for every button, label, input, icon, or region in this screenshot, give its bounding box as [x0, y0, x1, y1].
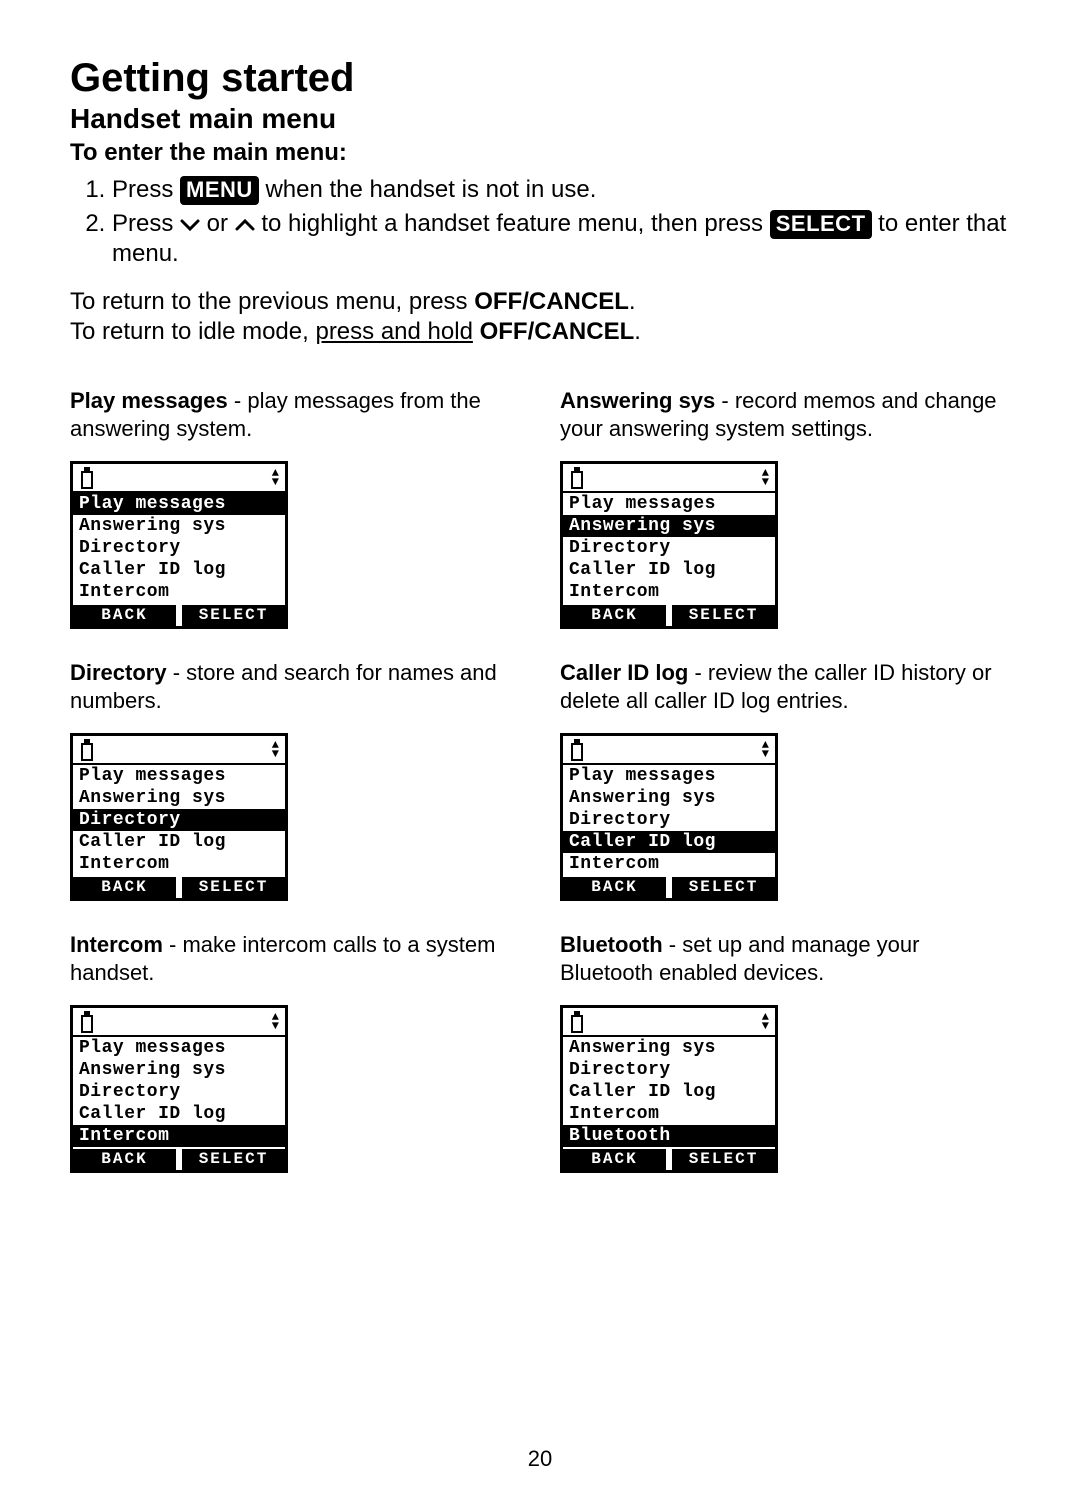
lcd-row: Caller ID log: [563, 831, 775, 853]
examples-grid: Play messages - play messages from the a…: [70, 387, 1010, 1173]
lcd-row: Caller ID log: [563, 559, 775, 581]
softkey-select: SELECT: [672, 877, 775, 898]
lcd-row: Answering sys: [563, 787, 775, 809]
page-number: 20: [0, 1446, 1080, 1472]
lcd-row: Directory: [563, 1059, 775, 1081]
lcd-row: Caller ID log: [73, 559, 285, 581]
instruction-heading: To enter the main menu:: [70, 139, 1010, 167]
lcd-screen: ▲▼ Answering sysDirectoryCaller ID logIn…: [560, 1005, 778, 1173]
lcd-row: Intercom: [563, 581, 775, 603]
lcd-row: Play messages: [73, 765, 285, 787]
lcd-status-bar: ▲▼: [73, 736, 285, 765]
lcd-screen: ▲▼ Play messagesAnswering sysDirectoryCa…: [70, 733, 288, 901]
example-description: Intercom - make intercom calls to a syst…: [70, 931, 520, 987]
softkey-select: SELECT: [182, 877, 285, 898]
example-cell: Answering sys - record memos and change …: [560, 387, 1010, 629]
example-cell: Bluetooth - set up and manage your Bluet…: [560, 931, 1010, 1173]
lcd-status-bar: ▲▼: [73, 1008, 285, 1037]
lcd-softkey-bar: BACK SELECT: [563, 605, 775, 626]
lcd-row: Answering sys: [73, 515, 285, 537]
softkey-back: BACK: [73, 877, 176, 898]
scroll-arrows-icon: ▲▼: [762, 1013, 769, 1031]
lcd-row: Directory: [73, 537, 285, 559]
battery-icon: [569, 467, 585, 489]
softkey-back: BACK: [563, 877, 666, 898]
return-previous-note: To return to the previous menu, press OF…: [70, 287, 1010, 347]
lcd-screen: ▲▼ Play messagesAnswering sysDirectoryCa…: [70, 1005, 288, 1173]
battery-icon: [79, 1011, 95, 1033]
menu-button-chip: MENU: [180, 176, 259, 205]
lcd-row: Intercom: [563, 853, 775, 875]
lcd-row: Intercom: [73, 853, 285, 875]
lcd-row: Intercom: [73, 1125, 285, 1147]
battery-icon: [79, 739, 95, 761]
softkey-back: BACK: [563, 1149, 666, 1170]
battery-icon: [569, 739, 585, 761]
softkey-back: BACK: [73, 605, 176, 626]
lcd-row: Directory: [73, 1081, 285, 1103]
example-cell: Caller ID log - review the caller ID his…: [560, 659, 1010, 901]
lcd-row: Answering sys: [563, 1037, 775, 1059]
lcd-status-bar: ▲▼: [563, 1008, 775, 1037]
softkey-back: BACK: [73, 1149, 176, 1170]
battery-icon: [79, 467, 95, 489]
lcd-screen: ▲▼ Play messagesAnswering sysDirectoryCa…: [70, 461, 288, 629]
lcd-status-bar: ▲▼: [73, 464, 285, 493]
lcd-row: Caller ID log: [563, 1081, 775, 1103]
lcd-row: Answering sys: [563, 515, 775, 537]
lcd-softkey-bar: BACK SELECT: [563, 877, 775, 898]
lcd-row: Bluetooth: [563, 1125, 775, 1147]
lcd-status-bar: ▲▼: [563, 736, 775, 765]
page-title: Getting started: [70, 56, 1010, 101]
step-2: Press or to highlight a handset feature …: [112, 209, 1010, 269]
scroll-arrows-icon: ▲▼: [272, 741, 279, 759]
softkey-select: SELECT: [182, 605, 285, 626]
softkey-select: SELECT: [672, 605, 775, 626]
lcd-row: Play messages: [73, 1037, 285, 1059]
example-cell: Play messages - play messages from the a…: [70, 387, 520, 629]
example-description: Play messages - play messages from the a…: [70, 387, 520, 443]
lcd-row: Intercom: [73, 581, 285, 603]
lcd-row: Answering sys: [73, 1059, 285, 1081]
example-description: Caller ID log - review the caller ID his…: [560, 659, 1010, 715]
lcd-row: Caller ID log: [73, 831, 285, 853]
scroll-arrows-icon: ▲▼: [272, 1013, 279, 1031]
softkey-select: SELECT: [672, 1149, 775, 1170]
lcd-row: Directory: [563, 809, 775, 831]
example-cell: Intercom - make intercom calls to a syst…: [70, 931, 520, 1173]
lcd-row: Play messages: [563, 765, 775, 787]
scroll-arrows-icon: ▲▼: [762, 469, 769, 487]
chevron-up-icon: [235, 218, 255, 232]
section-subtitle: Handset main menu: [70, 103, 1010, 135]
lcd-row: Answering sys: [73, 787, 285, 809]
lcd-softkey-bar: BACK SELECT: [563, 1149, 775, 1170]
softkey-select: SELECT: [182, 1149, 285, 1170]
lcd-row: Caller ID log: [73, 1103, 285, 1125]
scroll-arrows-icon: ▲▼: [272, 469, 279, 487]
lcd-softkey-bar: BACK SELECT: [73, 877, 285, 898]
softkey-back: BACK: [563, 605, 666, 626]
lcd-screen: ▲▼ Play messagesAnswering sysDirectoryCa…: [560, 461, 778, 629]
lcd-row: Play messages: [73, 493, 285, 515]
step-1: Press MENU when the handset is not in us…: [112, 175, 1010, 205]
example-description: Bluetooth - set up and manage your Bluet…: [560, 931, 1010, 987]
select-button-chip: SELECT: [770, 210, 872, 239]
lcd-row: Directory: [73, 809, 285, 831]
chevron-down-icon: [180, 218, 200, 232]
example-description: Directory - store and search for names a…: [70, 659, 520, 715]
lcd-status-bar: ▲▼: [563, 464, 775, 493]
lcd-screen: ▲▼ Play messagesAnswering sysDirectoryCa…: [560, 733, 778, 901]
example-cell: Directory - store and search for names a…: [70, 659, 520, 901]
instruction-list: Press MENU when the handset is not in us…: [70, 175, 1010, 269]
lcd-row: Directory: [563, 537, 775, 559]
example-description: Answering sys - record memos and change …: [560, 387, 1010, 443]
scroll-arrows-icon: ▲▼: [762, 741, 769, 759]
battery-icon: [569, 1011, 585, 1033]
lcd-softkey-bar: BACK SELECT: [73, 605, 285, 626]
lcd-softkey-bar: BACK SELECT: [73, 1149, 285, 1170]
lcd-row: Play messages: [563, 493, 775, 515]
lcd-row: Intercom: [563, 1103, 775, 1125]
